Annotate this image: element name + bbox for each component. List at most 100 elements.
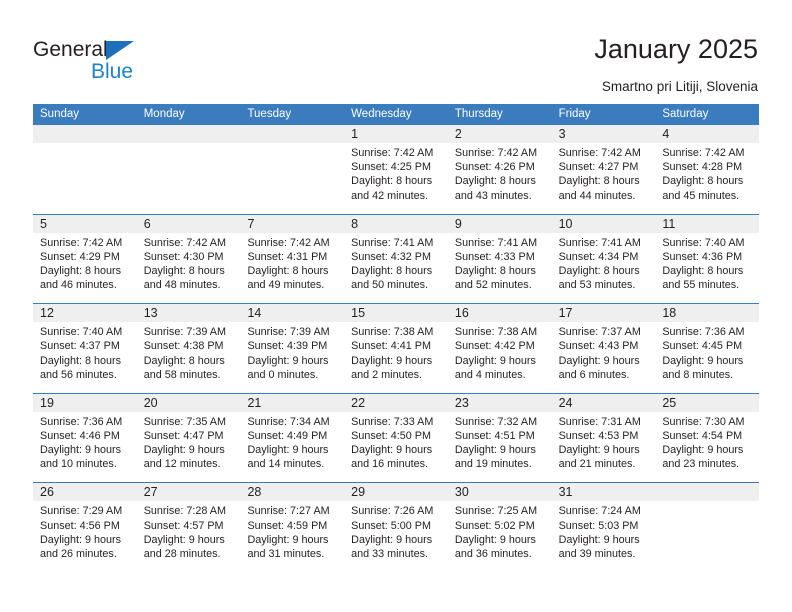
calendar-day-cell[interactable]: 12 Sunrise: 7:40 AM Sunset: 4:37 PM Dayligh… <box>33 304 137 393</box>
calendar-day-cell[interactable]: 24 Sunrise: 7:31 AM Sunset: 4:53 PM Dayligh… <box>551 393 656 483</box>
calendar-day-cell[interactable]: 13 Sunrise: 7:39 AM Sunset: 4:38 PM Dayligh… <box>136 304 241 393</box>
generalblue-logo[interactable]: General Blue <box>33 38 233 86</box>
daylight-text-line1: Daylight: 9 hours <box>558 533 640 546</box>
calendar-day-cell[interactable]: 3 Sunrise: 7:42 AM Sunset: 4:27 PM Daylight… <box>551 125 656 214</box>
daylight-text-line2: and 31 minutes. <box>247 547 325 560</box>
sunrise-text: Sunrise: 7:42 AM <box>454 147 538 159</box>
weekday-header-saturday: Saturday <box>662 108 709 120</box>
daylight-text-line1: Daylight: 9 hours <box>247 533 329 546</box>
daylight-text-line2: and 58 minutes. <box>143 368 221 381</box>
calendar-day-cell[interactable]: 22 Sunrise: 7:33 AM Sunset: 4:50 PM Dayligh… <box>344 393 448 483</box>
calendar-day-cell[interactable]: 10 Sunrise: 7:41 AM Sunset: 4:34 PM Dayligh… <box>551 214 656 304</box>
calendar-week-row: 12 Sunrise: 7:40 AM Sunset: 4:37 PM Dayligh… <box>33 304 760 394</box>
calendar-day-cell[interactable]: 20 Sunrise: 7:35 AM Sunset: 4:47 PM Dayligh… <box>136 393 241 483</box>
calendar-day-cell[interactable]: 15 Sunrise: 7:38 AM Sunset: 4:41 PM Dayligh… <box>344 304 448 393</box>
calendar-day-cell[interactable]: 26 Sunrise: 7:29 AM Sunset: 4:56 PM Dayligh… <box>33 483 137 573</box>
day-number-band: 2 <box>447 125 552 143</box>
calendar-day-cell[interactable]: 4 Sunrise: 7:42 AM Sunset: 4:28 PM Daylight… <box>655 125 760 214</box>
calendar-week-row: 5 Sunrise: 7:42 AM Sunset: 4:29 PM Daylight… <box>33 214 760 305</box>
calendar-day-cell[interactable]: 5 Sunrise: 7:42 AM Sunset: 4:29 PM Daylight… <box>33 214 137 304</box>
calendar-day-cell[interactable]: 8 Sunrise: 7:41 AM Sunset: 4:32 PM Daylight… <box>344 214 448 304</box>
day-number-band: 26 <box>33 483 137 502</box>
calendar-day-cell[interactable]: 14 Sunrise: 7:39 AM Sunset: 4:39 PM Dayligh… <box>240 304 345 393</box>
calendar-day-cell[interactable]: 27 Sunrise: 7:28 AM Sunset: 4:57 PM Dayligh… <box>136 483 241 573</box>
sunrise-text: Sunrise: 7:40 AM <box>662 236 745 249</box>
day-number-band: 25 <box>655 393 760 412</box>
daylight-text-line1: Daylight: 8 hours <box>351 265 433 277</box>
calendar-day-cell[interactable]: 23 Sunrise: 7:32 AM Sunset: 4:51 PM Dayligh… <box>447 393 552 483</box>
day-details: Sunrise: 7:42 AM Sunset: 4:27 PM Daylight:… <box>552 143 656 203</box>
day-details: Sunrise: 7:39 AM Sunset: 4:38 PM Daylight:… <box>137 322 241 382</box>
calendar-day-cell[interactable]: 31 Sunrise: 7:24 AM Sunset: 5:03 PM Dayligh… <box>551 483 656 573</box>
sunset-text: Sunset: 4:47 PM <box>143 429 224 442</box>
sunrise-text: Sunrise: 7:29 AM <box>40 505 123 518</box>
calendar-day-cell[interactable]: 29 Sunrise: 7:26 AM Sunset: 5:00 PM Dayligh… <box>344 483 448 573</box>
sunrise-text: Sunrise: 7:30 AM <box>662 415 745 428</box>
calendar-day-cell[interactable]: 19 Sunrise: 7:36 AM Sunset: 4:46 PM Dayligh… <box>33 393 137 483</box>
calendar-day-cell[interactable]: 28 Sunrise: 7:27 AM Sunset: 4:59 PM Dayligh… <box>240 483 345 573</box>
daylight-text-line2: and 6 minutes. <box>558 368 630 381</box>
sunset-text: Sunset: 4:51 PM <box>454 429 535 442</box>
day-number: 4 <box>662 127 670 141</box>
calendar-day-cell[interactable]: 6 Sunrise: 7:42 AM Sunset: 4:30 PM Daylight… <box>136 214 241 304</box>
day-number-band: 15 <box>344 304 448 323</box>
daylight-text-line2: and 39 minutes. <box>558 547 636 560</box>
daylight-text-line1: Daylight: 8 hours <box>247 265 329 277</box>
calendar-day-cell[interactable]: 11 Sunrise: 7:40 AM Sunset: 4:36 PM Dayligh… <box>655 214 760 304</box>
sunrise-text: Sunrise: 7:26 AM <box>351 505 434 518</box>
daylight-text-line1: Daylight: 8 hours <box>143 354 225 367</box>
calendar-day-cell[interactable]: 21 Sunrise: 7:34 AM Sunset: 4:49 PM Dayligh… <box>240 393 345 483</box>
daylight-text-line2: and 4 minutes. <box>454 368 526 381</box>
daylight-text-line2: and 48 minutes. <box>143 279 221 292</box>
day-number-band: 5 <box>33 214 137 233</box>
daylight-text-line1: Daylight: 9 hours <box>40 533 122 546</box>
daylight-text-line1: Daylight: 8 hours <box>40 265 122 277</box>
sunrise-text: Sunrise: 7:38 AM <box>454 326 538 339</box>
calendar-day-cell[interactable]: 18 Sunrise: 7:36 AM Sunset: 4:45 PM Dayligh… <box>655 304 760 393</box>
day-details: Sunrise: 7:32 AM Sunset: 4:51 PM Daylight:… <box>448 412 552 472</box>
daylight-text-line2: and 23 minutes. <box>662 458 740 471</box>
sunrise-text: Sunrise: 7:35 AM <box>143 415 226 428</box>
day-number-band: 17 <box>551 304 656 323</box>
calendar-day-cell[interactable]: 9 Sunrise: 7:41 AM Sunset: 4:33 PM Daylight… <box>447 214 552 304</box>
daylight-text-line2: and 46 minutes. <box>40 279 117 292</box>
calendar-day-cell[interactable]: 1 Sunrise: 7:42 AM Sunset: 4:25 PM Daylight… <box>344 125 448 214</box>
day-number-band: 3 <box>551 125 656 143</box>
calendar-day-cell[interactable]: 25 Sunrise: 7:30 AM Sunset: 4:54 PM Dayligh… <box>655 393 760 483</box>
daylight-text-line2: and 44 minutes. <box>558 189 636 202</box>
daylight-text-line1: Daylight: 9 hours <box>662 354 744 367</box>
day-details: Sunrise: 7:38 AM Sunset: 4:42 PM Daylight:… <box>448 322 552 382</box>
sunset-text: Sunset: 5:00 PM <box>351 519 431 532</box>
day-details: Sunrise: 7:39 AM Sunset: 4:39 PM Daylight:… <box>240 322 344 382</box>
day-details: Sunrise: 7:31 AM Sunset: 4:53 PM Daylight:… <box>552 412 656 472</box>
day-number-band: 24 <box>551 393 656 412</box>
calendar-day-cell[interactable]: 17 Sunrise: 7:37 AM Sunset: 4:43 PM Dayligh… <box>551 304 656 393</box>
calendar-day-cell[interactable]: 2 Sunrise: 7:42 AM Sunset: 4:26 PM Daylight… <box>447 125 552 214</box>
day-number: 21 <box>247 395 262 410</box>
daylight-text-line1: Daylight: 8 hours <box>558 265 640 277</box>
day-number: 28 <box>247 485 262 500</box>
sunrise-text: Sunrise: 7:42 AM <box>558 147 641 159</box>
day-number: 13 <box>143 306 158 321</box>
logo-triangle-icon <box>106 41 134 60</box>
day-number: 17 <box>558 306 573 321</box>
daylight-text-line1: Daylight: 9 hours <box>558 354 640 367</box>
weekday-header-monday: Monday <box>143 108 185 120</box>
day-number-band: 14 <box>240 304 345 323</box>
sunset-text: Sunset: 4:46 PM <box>40 429 120 442</box>
calendar-day-cell-empty <box>136 125 241 214</box>
calendar-day-cell[interactable]: 16 Sunrise: 7:38 AM Sunset: 4:42 PM Dayligh… <box>447 304 552 393</box>
sunrise-text: Sunrise: 7:24 AM <box>558 505 641 518</box>
day-number: 23 <box>454 395 469 410</box>
daylight-text-line1: Daylight: 9 hours <box>351 354 433 367</box>
calendar-page: General Blue January 2025 Smartno pri Li… <box>0 0 792 612</box>
daylight-text-line1: Daylight: 8 hours <box>662 265 744 277</box>
sunset-text: Sunset: 4:42 PM <box>454 340 535 353</box>
calendar-day-cell[interactable]: 30 Sunrise: 7:25 AM Sunset: 5:02 PM Dayligh… <box>447 483 552 573</box>
daylight-text-line2: and 2 minutes. <box>351 368 422 381</box>
sunset-text: Sunset: 4:33 PM <box>454 250 535 263</box>
day-number-band: 28 <box>240 483 345 502</box>
day-details: Sunrise: 7:36 AM Sunset: 4:46 PM Daylight:… <box>33 412 137 472</box>
daylight-text-line1: Daylight: 8 hours <box>454 175 536 188</box>
calendar-day-cell[interactable]: 7 Sunrise: 7:42 AM Sunset: 4:31 PM Daylight… <box>240 214 345 304</box>
